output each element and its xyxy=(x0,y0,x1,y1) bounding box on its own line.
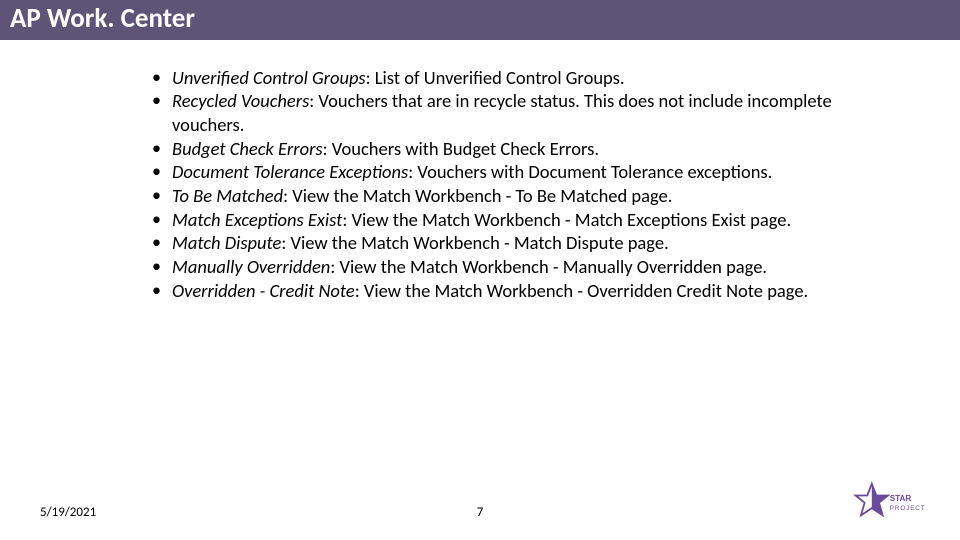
star-icon: STAR PROJECT xyxy=(852,481,942,519)
bullet-term: Match Exceptions Exist xyxy=(172,208,342,231)
bullet-term: Match Dispute xyxy=(172,231,281,254)
bullet-desc: : View the Match Workbench - Manually Ov… xyxy=(330,255,767,278)
slide-header: AP Work. Center xyxy=(0,0,960,40)
list-item: Overridden - Credit Note: View the Match… xyxy=(172,279,880,303)
bullet-term: Recycled Vouchers xyxy=(172,89,309,112)
list-item: To Be Matched: View the Match Workbench … xyxy=(172,184,880,208)
list-item: Manually Overridden: View the Match Work… xyxy=(172,255,880,279)
bullet-desc: : View the Match Workbench - To Be Match… xyxy=(283,184,672,207)
bullet-list: Unverified Control Groups: List of Unver… xyxy=(150,66,880,303)
bullet-desc: : View the Match Workbench - Overridden … xyxy=(355,279,808,302)
bullet-desc: : Vouchers with Document Tolerance excep… xyxy=(408,160,772,183)
bullet-desc: : Vouchers with Budget Check Errors. xyxy=(323,137,599,160)
footer-date: 5/19/2021 xyxy=(40,505,96,520)
bullet-desc: : View the Match Workbench - Match Dispu… xyxy=(281,231,668,254)
bullet-term: Budget Check Errors xyxy=(172,137,323,160)
bullet-desc: : List of Unverified Control Groups. xyxy=(366,66,625,89)
slide-body: Unverified Control Groups: List of Unver… xyxy=(0,40,960,303)
bullet-term: Unverified Control Groups xyxy=(172,66,366,89)
list-item: Document Tolerance Exceptions: Vouchers … xyxy=(172,160,880,184)
bullet-term: Overridden - Credit Note xyxy=(172,279,355,302)
list-item: Match Exceptions Exist: View the Match W… xyxy=(172,208,880,232)
list-item: Match Dispute: View the Match Workbench … xyxy=(172,231,880,255)
bullet-term: To Be Matched xyxy=(172,184,283,207)
bullet-desc: : View the Match Workbench - Match Excep… xyxy=(342,208,791,231)
bullet-term: Manually Overridden xyxy=(172,255,330,278)
list-item: Budget Check Errors: Vouchers with Budge… xyxy=(172,137,880,161)
bullet-term: Document Tolerance Exceptions xyxy=(172,160,408,183)
list-item: Recycled Vouchers: Vouchers that are in … xyxy=(172,89,880,136)
list-item: Unverified Control Groups: List of Unver… xyxy=(172,66,880,90)
page-number: 7 xyxy=(477,505,484,520)
slide-title: AP Work. Center xyxy=(10,2,195,35)
star-project-logo: STAR PROJECT xyxy=(852,481,942,524)
svg-text:STAR: STAR xyxy=(890,494,912,503)
svg-text:PROJECT: PROJECT xyxy=(890,505,926,512)
slide-footer: 5/19/2021 7 STAR PROJECT xyxy=(0,486,960,526)
